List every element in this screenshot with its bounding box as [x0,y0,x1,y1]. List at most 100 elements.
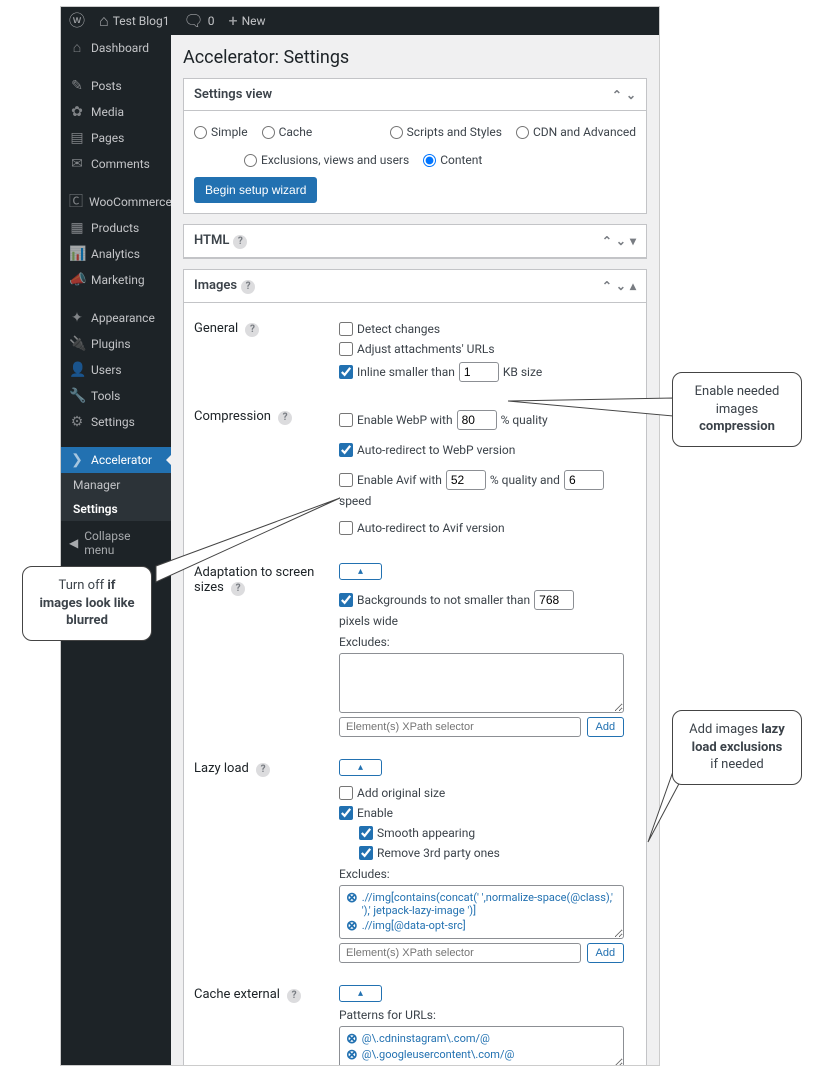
help-icon[interactable]: ? [241,280,255,294]
comments-link[interactable]: 🗨0 [183,13,214,29]
sidebar-item-plugins[interactable]: 🔌Plugins [61,331,171,357]
callout-compression: Enable needed images compression [672,372,802,447]
radio-content[interactable]: Content [423,153,482,167]
help-icon[interactable]: ? [245,323,259,337]
menu-icon: 🄲 [69,195,83,209]
avif-quality-input[interactable] [446,470,486,490]
menu-icon: ✿ [69,105,85,119]
triangle-down-icon[interactable]: ▾ [630,234,636,248]
cache-ext-toggle-button[interactable]: ▴ [339,985,382,1002]
radio-exclusions[interactable]: Exclusions, views and users [244,153,409,167]
chevron-down-icon[interactable]: ⌄ [616,234,626,248]
inline-smaller-input[interactable] [459,362,499,382]
help-icon[interactable]: ? [233,235,247,249]
bg-min-input[interactable] [534,590,574,610]
adjust-attachments-checkbox[interactable] [339,342,353,356]
submenu-manager[interactable]: Manager [61,473,171,497]
help-icon[interactable]: ? [287,989,301,1003]
lazy-smooth-checkbox[interactable] [359,826,373,840]
menu-icon: ❯ [69,453,85,467]
radio-scripts[interactable]: Scripts and Styles [390,125,502,139]
begin-wizard-button[interactable]: Begin setup wizard [194,177,317,203]
menu-icon: ✉ [69,157,85,171]
menu-icon: ▦ [69,221,85,235]
callout-lazy: Add images lazy load exclusions if neede… [672,710,802,785]
radio-cache[interactable]: Cache [262,125,313,139]
remove-icon[interactable]: ⊗ [346,1032,358,1046]
panel-html: HTML? ⌃⌄▾ [183,224,647,259]
site-link[interactable]: ⌂Test Blog1 [99,13,169,29]
sidebar-item-accelerator[interactable]: ❯Accelerator [61,447,171,473]
menu-icon: ▤ [69,131,85,145]
remove-icon[interactable]: ⊗ [346,919,358,933]
help-icon[interactable]: ? [278,411,292,425]
menu-icon: ⌂ [69,41,85,55]
lazy-original-size-checkbox[interactable] [339,786,353,800]
row-lazy-load: Lazy load ? ▴ Add original size Enable S… [194,743,636,969]
bg-min-checkbox[interactable] [339,593,353,607]
triangle-up-icon[interactable]: ▴ [630,279,636,293]
menu-icon: ✦ [69,311,85,325]
callout-blurred: Turn off if images look like blurred [22,566,152,641]
plus-icon: + [229,13,238,29]
avif-speed-input[interactable] [564,470,604,490]
sidebar-item-media[interactable]: ✿Media [61,99,171,125]
sidebar-item-users[interactable]: 👤Users [61,357,171,383]
menu-icon: 👤 [69,363,85,377]
panel-head-settings-view[interactable]: Settings view ⌃⌄ [184,79,646,111]
radio-cdn[interactable]: CDN and Advanced [516,125,636,139]
lazy-xpath-input[interactable] [339,943,581,963]
chevron-up-icon[interactable]: ⌃ [602,279,612,293]
sidebar-item-tools[interactable]: 🔧Tools [61,383,171,409]
chevron-down-icon[interactable]: ⌄ [616,279,626,293]
webp-redirect-checkbox[interactable] [339,443,353,457]
sidebar-item-products[interactable]: ▦Products [61,215,171,241]
panel-head-html[interactable]: HTML? ⌃⌄▾ [184,225,646,258]
home-icon: ⌂ [99,13,109,29]
sidebar-item-marketing[interactable]: 📣Marketing [61,267,171,293]
inline-smaller-checkbox[interactable] [339,365,353,379]
sidebar-item-pages[interactable]: ▤Pages [61,125,171,151]
remove-icon[interactable]: ⊗ [346,891,358,905]
sidebar-item-settings[interactable]: ⚙Settings [61,409,171,435]
comment-icon: 🗨 [183,13,203,29]
chevron-up-icon[interactable]: ⌃ [602,234,612,248]
help-icon[interactable]: ? [256,763,270,777]
adaptation-excludes-textarea[interactable] [339,653,624,713]
webp-enable-checkbox[interactable] [339,413,353,427]
chevron-up-icon[interactable]: ⌃ [612,88,622,102]
lazy-excludes-textarea[interactable]: ⊗.//img[contains(concat(' ',normalize-sp… [339,885,624,939]
adaptation-add-button[interactable]: Add [587,717,625,737]
sidebar-item-woocommerce[interactable]: 🄲WooCommerce [61,189,171,215]
avif-enable-checkbox[interactable] [339,473,353,487]
lazy-toggle-button[interactable]: ▴ [339,759,382,776]
sidebar-item-analytics[interactable]: 📊Analytics [61,241,171,267]
lazy-remove3rd-checkbox[interactable] [359,846,373,860]
row-general: General ? Detect changes Adjust attachme… [194,313,636,391]
menu-icon: ✎ [69,79,85,93]
menu-icon: ⚙ [69,415,85,429]
sidebar-item-posts[interactable]: ✎Posts [61,73,171,99]
lazy-add-button[interactable]: Add [587,943,625,963]
menu-icon: 🔌 [69,337,85,351]
menu-icon: 🔧 [69,389,85,403]
radio-simple[interactable]: Simple [194,125,248,139]
lazy-enable-checkbox[interactable] [339,806,353,820]
menu-icon: 📊 [69,247,85,261]
detect-changes-checkbox[interactable] [339,322,353,336]
wp-logo[interactable]: ⓦ [69,13,85,29]
cache-ext-patterns-textarea[interactable]: ⊗@\.cdninstagram\.com/@⊗@\.googleusercon… [339,1026,624,1065]
panel-settings-view: Settings view ⌃⌄ Simple Cache Scripts an… [183,78,647,214]
adaptation-xpath-input[interactable] [339,717,581,737]
menu-icon: 📣 [69,273,85,287]
webp-quality-input[interactable] [457,410,497,430]
chevron-down-icon[interactable]: ⌄ [626,88,636,102]
sidebar-item-comments[interactable]: ✉Comments [61,151,171,177]
page-title: Accelerator: Settings [183,47,647,68]
remove-icon[interactable]: ⊗ [346,1048,358,1062]
sidebar-item-dashboard[interactable]: ⌂Dashboard [61,35,171,61]
sidebar-item-appearance[interactable]: ✦Appearance [61,305,171,331]
row-cache-external: Cache external ? ▴ Patterns for URLs: ⊗@… [194,969,636,1065]
new-link[interactable]: +New [229,13,266,29]
panel-head-images[interactable]: Images? ⌃⌄▴ [184,270,646,303]
